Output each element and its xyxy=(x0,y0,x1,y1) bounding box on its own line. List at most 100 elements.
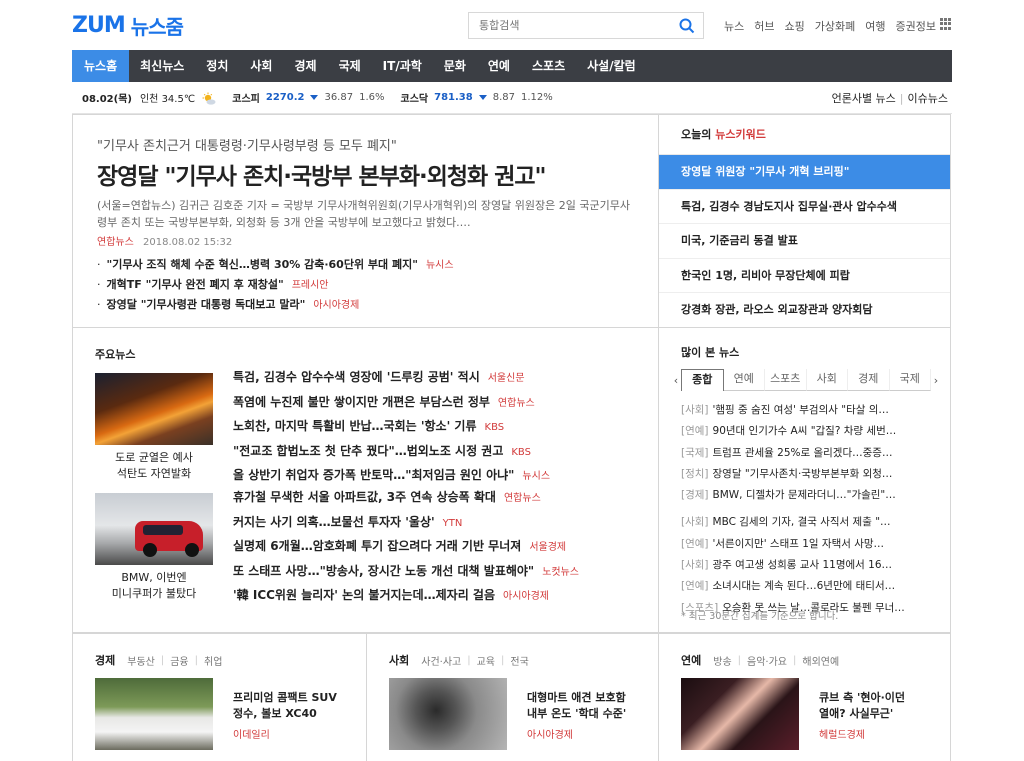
link-travel[interactable]: 여행 xyxy=(865,18,885,34)
tab-politics[interactable]: 정치 xyxy=(195,50,239,82)
list-item[interactable]: [연예] '서른이지만' 스태프 1일 자택서 사망… xyxy=(681,534,943,555)
article-title[interactable]: 트럼프 관세율 25%로 올리겠다…중증… xyxy=(713,447,893,459)
article-title[interactable]: 대형마트 애견 보호함 내부 온도 '학대 수준' xyxy=(527,690,626,722)
thumb-caption[interactable]: BMW, 이번엔 미니쿠퍼가 불탔다 xyxy=(95,570,213,602)
list-item[interactable]: [국제] 트럼프 관세율 25%로 올리겠다…중증… xyxy=(681,443,943,464)
issue-news-link[interactable]: 이슈뉴스 xyxy=(908,92,948,105)
list-item[interactable]: [사회] '햄핑 중 숨진 여성' 부검의사 "타살 의… xyxy=(681,400,943,421)
keyword-item[interactable]: 미국, 기준금리 동결 발표 xyxy=(659,224,950,259)
related-title[interactable]: 개혁TF "기무사 완전 폐지 후 재창설" xyxy=(107,278,284,291)
chevron-right-icon[interactable]: › xyxy=(931,374,941,387)
press-news-link[interactable]: 언론사별 뉴스 xyxy=(832,92,896,105)
sub-link[interactable]: 취업 xyxy=(204,653,222,668)
sub-link[interactable]: 음악·가요 xyxy=(747,653,787,668)
sub-link[interactable]: 부동산 xyxy=(127,653,155,668)
link-crypto[interactable]: 가상화폐 xyxy=(815,18,855,34)
list-item[interactable]: 폭염에 누진제 불만 쌓이지만 개편은 부담스런 정부 연합뉴스 xyxy=(233,391,550,416)
sub-link[interactable]: 해외연예 xyxy=(802,653,839,668)
section-title[interactable]: 사회 xyxy=(389,652,409,668)
weather-info[interactable]: 인천 34.5℃ xyxy=(140,90,216,106)
news-title[interactable]: "전교조 합법노조 첫 단추 꿨다"…법외노조 시정 권고 xyxy=(233,444,503,458)
sub-link[interactable]: 사건·사고 xyxy=(421,653,461,668)
list-item[interactable]: "전교조 합법노조 첫 단추 꿨다"…법외노조 시정 권고 KBS xyxy=(233,440,550,465)
tab-economy[interactable]: 경제 xyxy=(283,50,327,82)
link-shopping[interactable]: 쇼핑 xyxy=(785,18,805,34)
link-news[interactable]: 뉴스 xyxy=(724,18,744,34)
list-item[interactable]: [정치] 장영달 "기무사존치·국방부본부화 외청… xyxy=(681,464,943,485)
tab-sports[interactable]: 스포츠 xyxy=(765,369,807,391)
related-item[interactable]: "기무사 조직 해체 수준 혁신…병력 30% 감축·60단위 부대 폐지" 뉴시… xyxy=(97,255,454,275)
related-item[interactable]: 개혁TF "기무사 완전 폐지 후 재창설" 프레시안 xyxy=(97,275,454,295)
keyword-item[interactable]: 장영달 위원장 "기무사 개혁 브리핑" xyxy=(659,155,950,190)
tab-society[interactable]: 사회 xyxy=(806,369,848,391)
tab-economy[interactable]: 경제 xyxy=(848,369,890,391)
keyword-item[interactable]: 한국인 1명, 리비아 무장단체에 피랍 xyxy=(659,259,950,293)
list-item[interactable]: [사회] MBC 김세의 기자, 결국 사직서 제출 "… xyxy=(681,512,943,533)
list-item[interactable]: '韓 ICC위원 늘리자' 논의 불거지는데…제자리 걸음 아시아경제 xyxy=(233,584,579,609)
news-title[interactable]: 휴가철 무색한 서울 아파트값, 3주 연속 상승폭 확대 xyxy=(233,490,496,504)
sub-link[interactable]: 금융 xyxy=(170,653,188,668)
site-logo[interactable]: ZUM 뉴스줌 xyxy=(72,12,184,39)
thumb-caption[interactable]: 도로 균열은 예사 석탄도 자연발화 xyxy=(95,450,213,482)
list-item[interactable]: 실명제 6개월…암호화폐 투기 잡으려다 거래 기반 무너져 서울경제 xyxy=(233,535,579,560)
sub-link[interactable]: 방송 xyxy=(713,653,731,668)
article-title[interactable]: MBC 김세의 기자, 결국 사직서 제출 "… xyxy=(713,516,891,528)
list-item[interactable]: 특검, 김경수 압수수색 영장에 '드루킹 공범' 적시 서울신문 xyxy=(233,366,550,391)
apps-grid-icon[interactable] xyxy=(940,18,952,30)
chevron-left-icon[interactable]: ‹ xyxy=(671,374,681,387)
article-title[interactable]: '햄핑 중 숨진 여성' 부검의사 "타살 의… xyxy=(713,404,889,416)
news-title[interactable]: 또 스태프 사망…"방송사, 장시간 노동 개선 대책 발표해야" xyxy=(233,564,534,578)
list-item[interactable]: 커지는 사기 의혹…보물선 투자자 '울상' YTN xyxy=(233,511,579,536)
section-title[interactable]: 경제 xyxy=(95,652,115,668)
news-title[interactable]: 노회찬, 마지막 특활비 반납…국회는 '항소' 기류 xyxy=(233,419,477,433)
tab-it-science[interactable]: IT/과학 xyxy=(372,50,433,82)
list-item[interactable]: 또 스태프 사망…"방송사, 장시간 노동 개선 대책 발표해야" 노컷뉴스 xyxy=(233,560,579,585)
search-input[interactable] xyxy=(469,13,669,38)
list-item[interactable]: [연예] 90년대 인기가수 A씨 "갑질? 차량 세번… xyxy=(681,421,943,442)
tab-world[interactable]: 국제 xyxy=(328,50,372,82)
tab-society[interactable]: 사회 xyxy=(239,50,283,82)
tab-entertainment[interactable]: 연예 xyxy=(723,369,765,391)
related-item[interactable]: 장영달 "기무사령관 대통령 독대보고 말라" 아시아경제 xyxy=(97,295,454,315)
article-thumbnail[interactable] xyxy=(681,678,799,750)
kospi-index[interactable]: 코스피 2270.2 36.87 1.6% xyxy=(232,90,384,105)
article-title[interactable]: BMW, 디젤차가 문제라더니…"가솔린"… xyxy=(713,489,896,501)
kosdaq-index[interactable]: 코스닥 781.38 8.87 1.12% xyxy=(401,90,553,105)
news-title[interactable]: 특검, 김경수 압수수색 영장에 '드루킹 공범' 적시 xyxy=(233,370,480,384)
headline-subtitle[interactable]: "기무사 존치근거 대통령령·기무사령부령 등 모두 폐지" xyxy=(97,135,397,154)
tab-news-home[interactable]: 뉴스홈 xyxy=(72,50,130,82)
keyword-item[interactable]: 강경화 장관, 라오스 외교장관과 양자회담 xyxy=(659,293,950,328)
article-thumbnail[interactable] xyxy=(95,678,213,750)
list-item[interactable]: 노회찬, 마지막 특활비 반납…국회는 '항소' 기류 KBS xyxy=(233,415,550,440)
news-title[interactable]: 커지는 사기 의혹…보물선 투자자 '울상' xyxy=(233,515,435,529)
list-item[interactable]: [사회] 광주 여고생 성희롱 교사 11명에서 16… xyxy=(681,555,943,576)
sub-link[interactable]: 전국 xyxy=(510,653,528,668)
article-title[interactable]: 큐브 측 '현아·이던 열애? 사실무근' xyxy=(819,690,905,722)
news-title[interactable]: '韓 ICC위원 늘리자' 논의 불거지는데…제자리 걸음 xyxy=(233,588,495,602)
list-item[interactable]: [경제] BMW, 디젤차가 문제라더니…"가솔린"… xyxy=(681,485,943,506)
link-stock[interactable]: 증권정보 xyxy=(895,18,935,34)
thumb-fire-image[interactable] xyxy=(95,373,213,445)
tab-editorial[interactable]: 사설/칼럼 xyxy=(576,50,647,82)
article-title[interactable]: 90년대 인기가수 A씨 "갑질? 차량 세번… xyxy=(713,425,897,437)
article-title[interactable]: 소녀시대는 계속 된다…6년만에 태티서… xyxy=(713,580,896,592)
tab-all[interactable]: 종합 xyxy=(681,369,724,391)
related-title[interactable]: "기무사 조직 해체 수준 혁신…병력 30% 감축·60단위 부대 폐지" xyxy=(107,258,418,271)
article-title[interactable]: '서른이지만' 스태프 1일 자택서 사망… xyxy=(713,538,885,550)
news-title[interactable]: 폭염에 누진제 불만 쌓이지만 개편은 부담스런 정부 xyxy=(233,395,490,409)
related-title[interactable]: 장영달 "기무사령관 대통령 독대보고 말라" xyxy=(107,298,306,311)
section-title[interactable]: 연예 xyxy=(681,652,701,668)
tab-culture[interactable]: 문화 xyxy=(433,50,477,82)
tab-sports[interactable]: 스포츠 xyxy=(521,50,576,82)
tab-latest[interactable]: 최신뉴스 xyxy=(129,50,195,82)
headline-title[interactable]: 장영달 "기무사 존치·국방부 본부화·외청화 권고" xyxy=(97,157,547,191)
article-title[interactable]: 광주 여고생 성희롱 교사 11명에서 16… xyxy=(713,559,893,571)
search-icon[interactable] xyxy=(679,18,695,34)
thumb-car-image[interactable] xyxy=(95,493,213,565)
headline-source[interactable]: 연합뉴스 xyxy=(97,237,134,248)
link-hub[interactable]: 허브 xyxy=(754,18,774,34)
article-thumbnail[interactable] xyxy=(389,678,507,750)
article-title[interactable]: 장영달 "기무사존치·국방부본부화 외청… xyxy=(713,468,893,480)
keyword-item[interactable]: 특검, 김경수 경남도지사 집무실·관사 압수수색 xyxy=(659,190,950,224)
news-title[interactable]: 실명제 6개월…암호화폐 투기 잡으려다 거래 기반 무너져 xyxy=(233,539,521,553)
